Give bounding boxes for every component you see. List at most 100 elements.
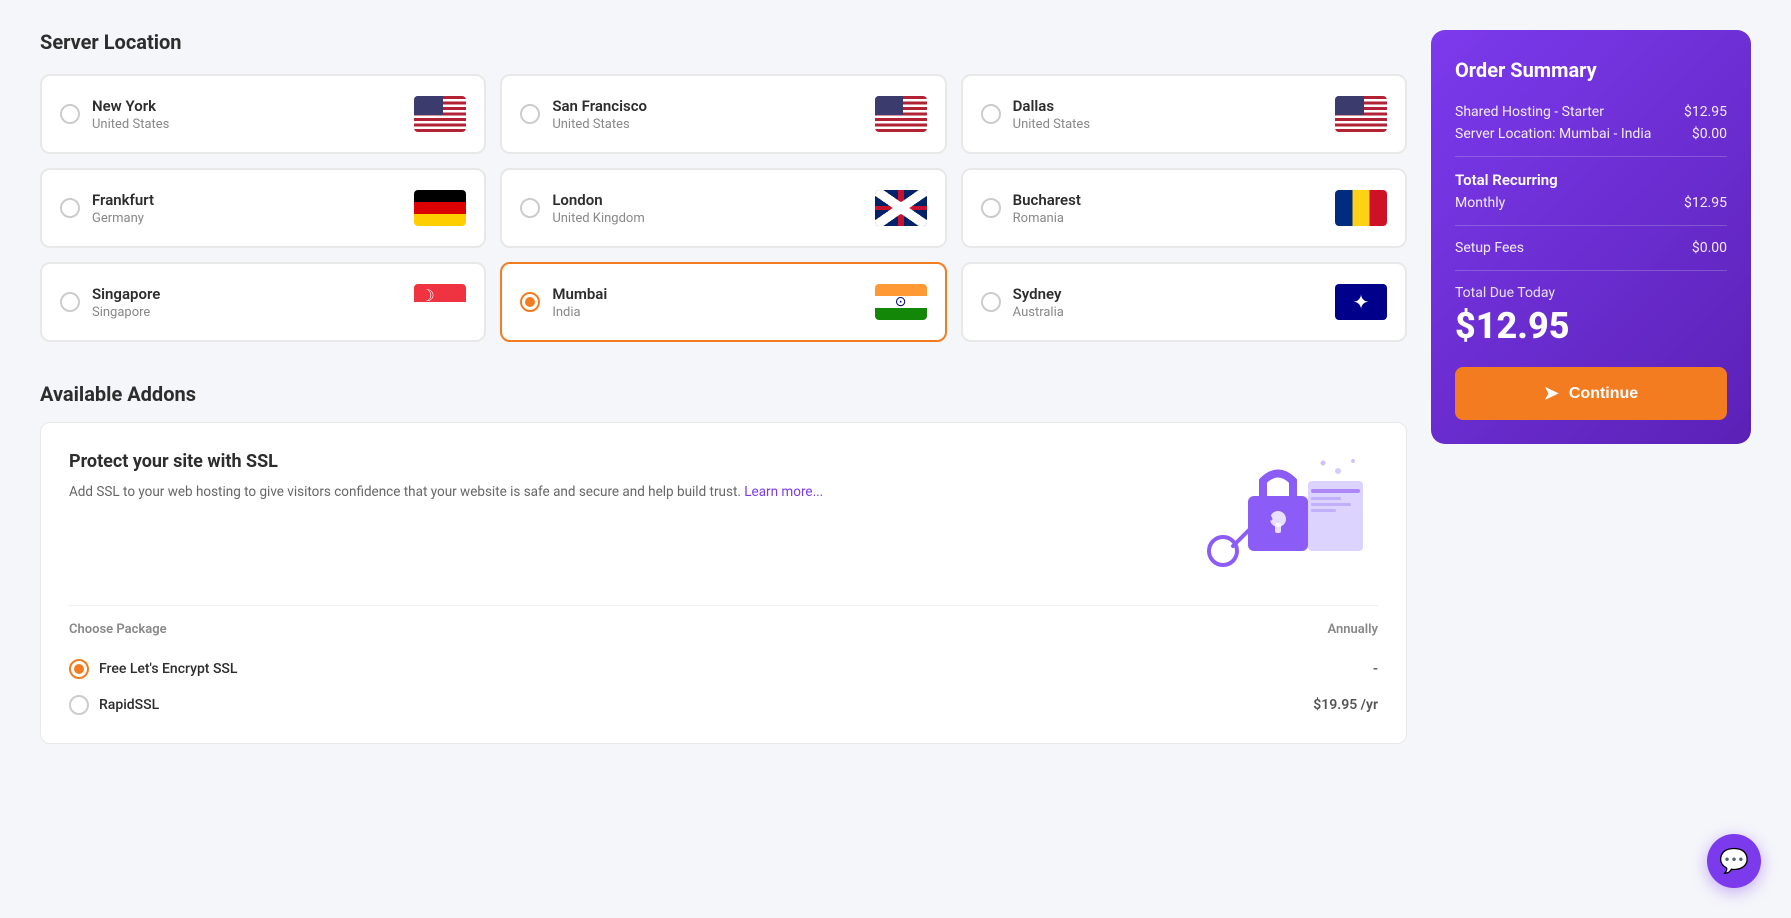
location-country: Germany — [92, 211, 402, 226]
radio-free-ssl[interactable] — [69, 659, 89, 679]
package-header: Choose Package Annually — [69, 622, 1378, 637]
location-info-singapore: Singapore Singapore — [92, 285, 402, 320]
ssl-option-free[interactable]: Free Let's Encrypt SSL - — [69, 651, 1378, 687]
hosting-label: Shared Hosting - Starter — [1455, 104, 1604, 120]
flag-us-new-york — [414, 96, 466, 132]
location-country: Romania — [1013, 211, 1323, 226]
server-location-title: Server Location — [40, 30, 1407, 54]
radio-new-york[interactable] — [60, 104, 80, 124]
ssl-illustration — [1168, 451, 1378, 585]
summary-divider-1 — [1455, 156, 1727, 157]
location-card-new-york[interactable]: New York United States — [40, 74, 486, 154]
billing-period-label: Annually — [1328, 622, 1379, 637]
learn-more-link[interactable]: Learn more... — [744, 484, 823, 500]
location-info-new-york: New York United States — [92, 97, 402, 132]
main-content: Server Location New York United States S… — [40, 30, 1407, 744]
location-card-singapore[interactable]: Singapore Singapore — [40, 262, 486, 342]
radio-frankfurt[interactable] — [60, 198, 80, 218]
location-info-london: London United Kingdom — [552, 191, 862, 226]
flag-au-sydney — [1335, 284, 1387, 320]
location-info-sydney: Sydney Australia — [1013, 285, 1323, 320]
location-value: $0.00 — [1692, 126, 1727, 142]
radio-sydney[interactable] — [981, 292, 1001, 312]
rapidssl-price: $19.95 /yr — [1313, 697, 1378, 713]
location-country: United States — [92, 117, 402, 132]
total-due-label: Total Due Today — [1455, 285, 1727, 301]
setup-fees-value: $0.00 — [1692, 240, 1727, 256]
monthly-label: Monthly — [1455, 195, 1505, 211]
location-name: Dallas — [1013, 97, 1323, 115]
radio-singapore[interactable] — [60, 292, 80, 312]
ssl-option-rapid-left: RapidSSL — [69, 695, 159, 715]
addon-header: Protect your site with SSL Add SSL to yo… — [69, 451, 1378, 585]
location-name: Frankfurt — [92, 191, 402, 209]
location-name: Mumbai — [552, 285, 862, 303]
total-amount: $12.95 — [1455, 305, 1727, 347]
radio-san-francisco[interactable] — [520, 104, 540, 124]
location-card-bucharest[interactable]: Bucharest Romania — [961, 168, 1407, 248]
summary-divider-3 — [1455, 270, 1727, 271]
location-country: United Kingdom — [552, 211, 862, 226]
flag-de-frankfurt — [414, 190, 466, 226]
summary-card: Order Summary Shared Hosting - Starter $… — [1431, 30, 1751, 444]
order-summary: Order Summary Shared Hosting - Starter $… — [1431, 30, 1751, 744]
location-country: Australia — [1013, 305, 1323, 320]
choose-package-label: Choose Package — [69, 622, 167, 637]
location-name: Sydney — [1013, 285, 1323, 303]
location-name: Bucharest — [1013, 191, 1323, 209]
location-info-frankfurt: Frankfurt Germany — [92, 191, 402, 226]
flag-us-dallas — [1335, 96, 1387, 132]
setup-fees-label: Setup Fees — [1455, 240, 1524, 256]
location-card-san-francisco[interactable]: San Francisco United States — [500, 74, 946, 154]
location-card-dallas[interactable]: Dallas United States — [961, 74, 1407, 154]
location-card-mumbai[interactable]: Mumbai India — [500, 262, 946, 342]
total-recurring-label: Total Recurring — [1455, 171, 1727, 189]
location-card-sydney[interactable]: Sydney Australia — [961, 262, 1407, 342]
rapidssl-name: RapidSSL — [99, 697, 159, 713]
summary-line-setup: Setup Fees $0.00 — [1455, 240, 1727, 256]
location-card-frankfurt[interactable]: Frankfurt Germany — [40, 168, 486, 248]
location-country: United States — [1013, 117, 1323, 132]
hosting-value: $12.95 — [1684, 104, 1727, 120]
chat-icon: 💬 — [1719, 847, 1749, 875]
radio-mumbai[interactable] — [520, 292, 540, 312]
flag-in-mumbai — [875, 284, 927, 320]
location-info-bucharest: Bucharest Romania — [1013, 191, 1323, 226]
location-info-san-francisco: San Francisco United States — [552, 97, 862, 132]
location-name: San Francisco — [552, 97, 862, 115]
radio-dallas[interactable] — [981, 104, 1001, 124]
summary-line-monthly: Monthly $12.95 — [1455, 195, 1727, 211]
location-info-mumbai: Mumbai India — [552, 285, 862, 320]
location-name: Singapore — [92, 285, 402, 303]
location-country: Singapore — [92, 305, 402, 320]
ssl-option-rapid[interactable]: RapidSSL $19.95 /yr — [69, 687, 1378, 723]
location-country: India — [552, 305, 862, 320]
location-name: New York — [92, 97, 402, 115]
addon-ssl-description: Add SSL to your web hosting to give visi… — [69, 482, 823, 504]
summary-line-hosting: Shared Hosting - Starter $12.95 — [1455, 104, 1727, 120]
flag-uk-london — [875, 190, 927, 226]
addon-ssl-title: Protect your site with SSL — [69, 451, 823, 472]
location-label: Server Location: Mumbai - India — [1455, 126, 1651, 142]
radio-bucharest[interactable] — [981, 198, 1001, 218]
location-grid: New York United States San Francisco Uni… — [40, 74, 1407, 342]
package-section: Choose Package Annually Free Let's Encry… — [69, 605, 1378, 723]
flag-us-san-francisco — [875, 96, 927, 132]
addons-title: Available Addons — [40, 382, 1407, 406]
chat-button[interactable]: 💬 — [1707, 834, 1761, 888]
location-country: United States — [552, 117, 862, 132]
flag-sg-singapore — [414, 284, 466, 320]
location-name: London — [552, 191, 862, 209]
continue-arrow-icon: ➤ — [1544, 383, 1559, 404]
continue-button[interactable]: ➤ Continue — [1455, 367, 1727, 420]
summary-line-location: Server Location: Mumbai - India $0.00 — [1455, 126, 1727, 142]
addon-ssl-card: Protect your site with SSL Add SSL to yo… — [40, 422, 1407, 744]
summary-divider-2 — [1455, 225, 1727, 226]
flag-ro-bucharest — [1335, 190, 1387, 226]
ssl-option-free-left: Free Let's Encrypt SSL — [69, 659, 237, 679]
location-card-london[interactable]: London United Kingdom — [500, 168, 946, 248]
radio-london[interactable] — [520, 198, 540, 218]
radio-rapidssl[interactable] — [69, 695, 89, 715]
summary-title: Order Summary — [1455, 58, 1727, 82]
addon-text: Protect your site with SSL Add SSL to yo… — [69, 451, 823, 504]
